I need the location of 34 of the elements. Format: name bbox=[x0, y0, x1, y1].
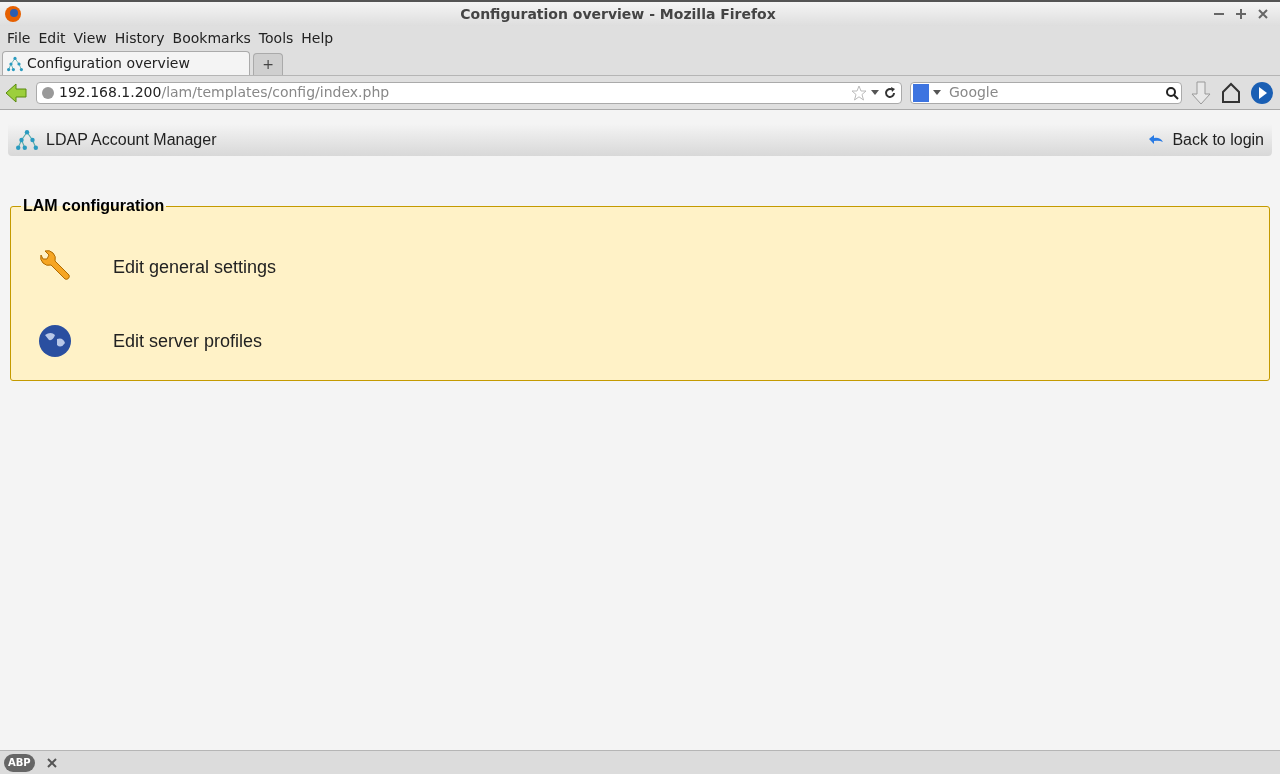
address-bar[interactable]: 192.168.1.200/lam/templates/config/index.php bbox=[36, 81, 902, 104]
close-icon[interactable] bbox=[1258, 9, 1268, 19]
menu-item[interactable]: Tools bbox=[255, 27, 297, 49]
play-button-icon[interactable] bbox=[1250, 80, 1274, 105]
adblock-badge[interactable]: ABP bbox=[4, 753, 35, 772]
config-link[interactable]: Edit server profiles bbox=[113, 327, 263, 355]
config-link[interactable]: Edit general settings bbox=[113, 253, 277, 281]
close-icon[interactable] bbox=[46, 757, 57, 768]
search-icon[interactable] bbox=[1165, 85, 1179, 100]
tree-icon bbox=[7, 55, 23, 72]
browser-logo-icon bbox=[4, 5, 22, 23]
back-to-login-link[interactable]: Back to login bbox=[1172, 128, 1264, 152]
menu-item[interactable]: Bookmarks bbox=[169, 27, 254, 49]
menu-item[interactable]: File bbox=[4, 27, 34, 49]
tree-icon bbox=[16, 129, 38, 151]
menu-item[interactable]: View bbox=[70, 27, 110, 49]
reload-icon[interactable] bbox=[883, 85, 897, 100]
home-icon[interactable] bbox=[1220, 81, 1242, 104]
panel-legend: LAM configuration bbox=[21, 194, 167, 218]
curved-arrow-icon bbox=[1148, 134, 1165, 146]
dropdown-caret-icon[interactable] bbox=[933, 89, 941, 96]
window-title: Configuration overview - Mozilla Firefox bbox=[459, 4, 777, 24]
star-icon[interactable] bbox=[851, 84, 867, 101]
url-text: 192.168.1.200/lam/templates/config/index.php bbox=[59, 83, 390, 102]
search-bar[interactable]: Google bbox=[910, 81, 1182, 104]
dropdown-caret-icon[interactable] bbox=[871, 89, 879, 96]
search-field[interactable]: Google bbox=[945, 82, 1161, 103]
menu-item[interactable]: History bbox=[111, 27, 168, 49]
maximize-icon[interactable] bbox=[1236, 9, 1246, 19]
menu-item[interactable]: Edit bbox=[35, 27, 69, 49]
new-tab-button[interactable]: + bbox=[253, 53, 283, 75]
app-title: LDAP Account Manager bbox=[46, 130, 217, 150]
menu-item[interactable]: Help bbox=[298, 27, 337, 49]
browser-tab[interactable]: Configuration overview bbox=[2, 51, 250, 75]
